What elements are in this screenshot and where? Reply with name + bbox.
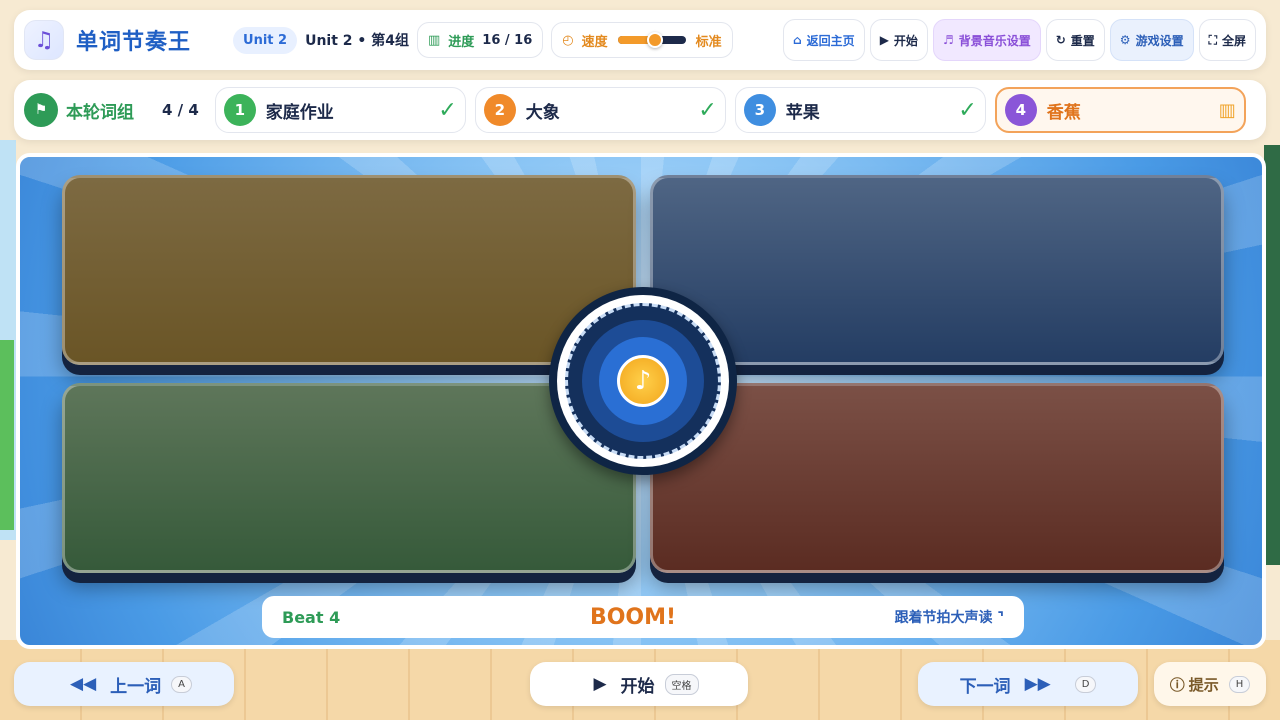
start-top-button[interactable]: ▶ 开始 xyxy=(869,19,928,61)
start-label: 开始 xyxy=(620,676,655,697)
game-stage: ♪ Beat 4 BOOM! 跟着节拍大声读 ⌝ xyxy=(16,153,1266,649)
music-icon: ♬ xyxy=(942,33,954,47)
music-settings-label: 背景音乐设置 xyxy=(958,33,1031,48)
beat-pad-3[interactable] xyxy=(62,383,636,573)
hint-label: 提示 xyxy=(1188,675,1219,694)
word-number-badge: 3 xyxy=(743,94,776,126)
next-word-label: 下一词 xyxy=(959,676,1011,697)
fullscreen-button[interactable]: ⛶ 全屏 xyxy=(1198,19,1256,61)
game-settings-button[interactable]: ⚙ 游戏设置 xyxy=(1109,19,1194,61)
word-text: 大象 xyxy=(525,102,560,123)
speed-label: 速度 xyxy=(581,34,608,50)
beat-word: BOOM! xyxy=(589,604,677,630)
word-card-2[interactable]: 2 大象 ✓ xyxy=(474,87,726,133)
reset-button[interactable]: ↻ 重置 xyxy=(1045,19,1105,61)
music-settings-button[interactable]: ♬ 背景音乐设置 xyxy=(932,19,1041,61)
speed-gauge-icon: ◴ xyxy=(562,32,574,48)
home-icon: ⌂ xyxy=(793,33,802,47)
speed-slider-knob[interactable] xyxy=(647,32,664,48)
background-decor-right xyxy=(1264,145,1280,565)
start-key-hint: 空格 xyxy=(664,673,699,695)
word-number-badge: 2 xyxy=(483,94,516,126)
check-icon: ✓ xyxy=(698,97,717,123)
word-text: 苹果 xyxy=(785,102,820,123)
playing-bars-icon: ▥ xyxy=(1218,99,1236,121)
progress-indicator: ▥ 进度 16 / 16 xyxy=(416,22,544,58)
word-group-title: 本轮词组 xyxy=(66,102,134,123)
prev-word-button[interactable]: ◀◀ 上一词 A xyxy=(14,662,234,706)
info-icon: ⓘ xyxy=(1169,675,1185,694)
check-icon: ✓ xyxy=(438,97,457,123)
play-icon: ▶ xyxy=(879,33,889,47)
word-text: 家庭作业 xyxy=(265,102,334,123)
top-bar: ♫ 单词节奏王 Unit 2 Unit 2 • 第4组 ▥ 进度 16 / 16… xyxy=(14,10,1266,70)
home-button-label: 返回主页 xyxy=(806,33,855,48)
music-note-icon: ♫ xyxy=(24,20,64,60)
speed-control: ◴ 速度 标准 xyxy=(551,22,733,58)
beat-pad-4[interactable] xyxy=(650,383,1224,573)
reset-label: 重置 xyxy=(1070,33,1095,48)
beat-pad-2[interactable] xyxy=(650,175,1224,365)
word-card-1[interactable]: 1 家庭作业 ✓ xyxy=(214,87,466,133)
hint-key-hint: H xyxy=(1228,675,1251,693)
word-group-bar: ⚑ 本轮词组 4 / 4 1 家庭作业 ✓ 2 大象 ✓ 3 苹果 ✓ 4 香蕉… xyxy=(14,80,1266,140)
fullscreen-icon: ⛶ xyxy=(1208,32,1217,47)
rewind-icon: ◀◀ xyxy=(70,674,97,694)
game-settings-label: 游戏设置 xyxy=(1135,33,1184,48)
beat-pad-1[interactable] xyxy=(62,175,636,365)
background-decor-left-green xyxy=(0,340,14,530)
progress-bars-icon: ▥ xyxy=(427,32,441,48)
beat-hint-text: 跟着节拍大声读 xyxy=(894,610,993,626)
speed-value: 标准 xyxy=(695,34,722,50)
speed-slider[interactable] xyxy=(617,32,686,48)
check-icon: ✓ xyxy=(958,97,977,123)
word-card-4[interactable]: 4 香蕉 ▥ xyxy=(994,87,1246,133)
flag-icon: ⚑ xyxy=(24,93,58,127)
word-text: 香蕉 xyxy=(1046,102,1081,123)
progress-label: 进度 xyxy=(448,34,475,50)
word-number-badge: 1 xyxy=(223,94,256,126)
home-button[interactable]: ⌂ 返回主页 xyxy=(783,19,865,61)
reset-icon: ↻ xyxy=(1055,33,1066,47)
start-button[interactable]: ▶ 开始 空格 xyxy=(530,662,748,706)
gear-icon: ⚙ xyxy=(1119,33,1131,47)
prev-word-label: 上一词 xyxy=(110,676,162,697)
app-title: 单词节奏王 xyxy=(76,30,192,55)
fullscreen-label: 全屏 xyxy=(1221,33,1246,48)
play-icon: ▶ xyxy=(593,674,607,694)
unit-chip: Unit 2 xyxy=(233,26,298,54)
word-card-3[interactable]: 3 苹果 ✓ xyxy=(734,87,986,133)
word-number-badge: 4 xyxy=(1004,94,1037,126)
next-key-hint: D xyxy=(1074,675,1097,693)
start-top-label: 开始 xyxy=(893,33,918,48)
fast-forward-icon: ▶▶ xyxy=(1024,674,1051,694)
beat-hint: 跟着节拍大声读 ⌝ xyxy=(804,607,1004,627)
beat-label: Beat 4 xyxy=(282,607,341,627)
prev-key-hint: A xyxy=(171,675,192,693)
unit-group-label: Unit 2 • 第4组 xyxy=(305,33,409,49)
sound-wave-icon: ⌝ xyxy=(997,610,1004,626)
hint-button[interactable]: ⓘ 提示 H xyxy=(1154,662,1266,706)
beat-status-bar: Beat 4 BOOM! 跟着节拍大声读 ⌝ xyxy=(262,596,1024,638)
music-note-center-icon[interactable]: ♪ xyxy=(617,355,669,407)
progress-value: 16 / 16 xyxy=(482,32,533,48)
next-word-button[interactable]: 下一词 ▶▶ D xyxy=(918,662,1138,706)
word-group-count: 4 / 4 xyxy=(162,101,199,119)
